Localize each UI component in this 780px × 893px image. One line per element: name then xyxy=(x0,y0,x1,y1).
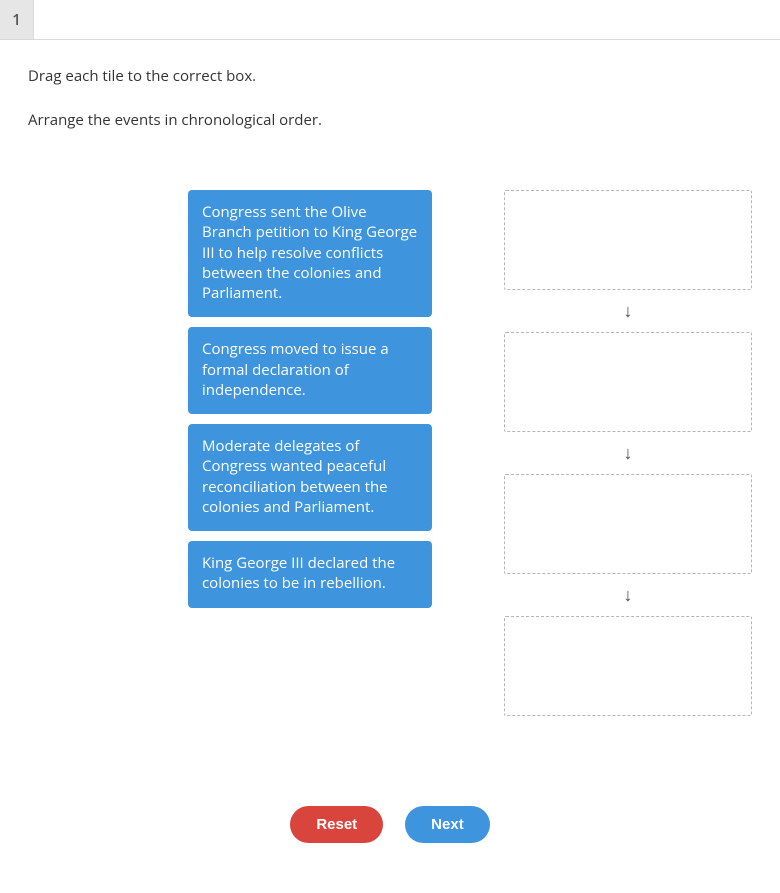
draggable-tile[interactable]: Moderate delegates of Congress wanted pe… xyxy=(188,424,432,531)
footer-controls: Reset Next xyxy=(28,806,752,863)
tile-source-area: Congress sent the Olive Branch petition … xyxy=(188,190,432,716)
question-content: Drag each tile to the correct box. Arran… xyxy=(0,40,780,893)
draggable-tile[interactable]: Congress moved to issue a formal declara… xyxy=(188,327,432,414)
drop-slot-1[interactable] xyxy=(504,190,752,290)
draggable-tile[interactable]: King George III declared the colonies to… xyxy=(188,541,432,608)
drop-sequence-area: ↓ ↓ ↓ xyxy=(504,190,752,716)
next-button[interactable]: Next xyxy=(405,806,490,843)
reset-button[interactable]: Reset xyxy=(290,806,383,843)
arrow-down-icon: ↓ xyxy=(624,586,633,604)
arrow-down-icon: ↓ xyxy=(624,444,633,462)
question-header: 1 xyxy=(0,0,780,40)
draggable-tile[interactable]: Congress sent the Olive Branch petition … xyxy=(188,190,432,317)
instruction-secondary: Arrange the events in chronological orde… xyxy=(28,110,752,130)
arrow-down-icon: ↓ xyxy=(624,302,633,320)
drop-slot-3[interactable] xyxy=(504,474,752,574)
drag-drop-board: Congress sent the Olive Branch petition … xyxy=(28,190,752,716)
instruction-primary: Drag each tile to the correct box. xyxy=(28,66,752,86)
drop-slot-2[interactable] xyxy=(504,332,752,432)
question-number-tab[interactable]: 1 xyxy=(0,0,34,39)
drop-slot-4[interactable] xyxy=(504,616,752,716)
